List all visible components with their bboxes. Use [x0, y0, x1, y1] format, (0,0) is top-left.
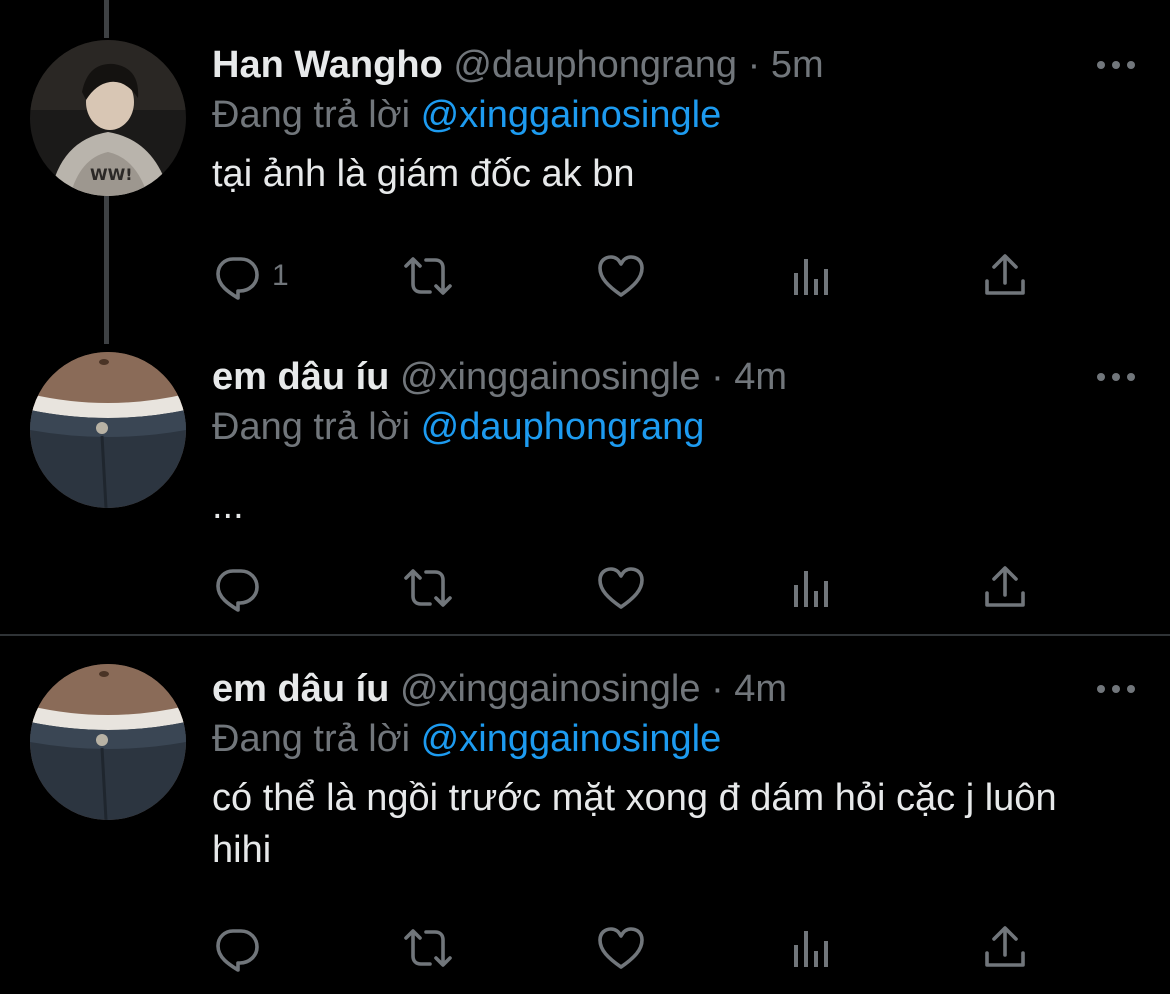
reply-count: 1: [272, 259, 289, 292]
mention-link[interactable]: @dauphongrang: [421, 406, 705, 448]
analytics-button[interactable]: [790, 248, 834, 304]
mention-link[interactable]: @xinggainosingle: [421, 718, 722, 760]
separator-dot: ·: [711, 668, 724, 710]
like-button[interactable]: [596, 560, 646, 616]
avatar[interactable]: [30, 352, 186, 508]
timestamp[interactable]: 4m: [734, 668, 787, 710]
tweet-header: em dâu íu @xinggainosingle · 4m: [212, 352, 787, 402]
reply-button[interactable]: [212, 560, 272, 616]
share-icon: [980, 251, 1030, 301]
display-name[interactable]: em dâu íu: [212, 356, 389, 398]
action-bar: [212, 560, 1042, 616]
tweet-text: có thể là ngồi trước mặt xong đ dám hỏi …: [212, 777, 1057, 871]
more-icon[interactable]: [1094, 52, 1138, 78]
replying-to: Đang trả lời @xinggainosingle: [212, 90, 721, 140]
display-name[interactable]: em dâu íu: [212, 668, 389, 710]
separator-dot: ·: [747, 44, 761, 86]
more-icon[interactable]: [1094, 364, 1138, 390]
retweet-button[interactable]: [400, 560, 456, 616]
more-icon[interactable]: [1094, 676, 1138, 702]
analytics-icon: [790, 923, 834, 973]
replying-to: Đang trả lời @dauphongrang: [212, 402, 704, 452]
avatar[interactable]: [30, 664, 186, 820]
tweet[interactable]: em dâu íu @xinggainosingle · 4m Đang trả…: [0, 352, 1170, 632]
retweet-button[interactable]: [400, 248, 456, 304]
replying-to: Đang trả lời @xinggainosingle: [212, 714, 721, 764]
analytics-button[interactable]: [790, 920, 834, 976]
timestamp[interactable]: 4m: [734, 356, 787, 398]
like-icon: [596, 251, 646, 301]
svg-text:WW!: WW!: [90, 165, 133, 184]
tweet-text: tại ảnh là giám đốc ak bn: [212, 153, 635, 195]
like-button[interactable]: [596, 920, 646, 976]
tweet-header: em dâu íu @xinggainosingle · 4m: [212, 664, 787, 714]
share-icon: [980, 563, 1030, 613]
replying-to-label: Đang trả lời: [212, 94, 411, 136]
reply-icon: [212, 923, 262, 973]
separator-dot: ·: [711, 356, 724, 398]
replying-to-label: Đang trả lời: [212, 718, 411, 760]
retweet-icon: [400, 563, 456, 613]
like-icon: [596, 923, 646, 973]
tweet[interactable]: WW! Han Wangho @dauphongrang · 5m Đang t…: [0, 40, 1170, 320]
timeline: WW! Han Wangho @dauphongrang · 5m Đang t…: [0, 0, 1170, 994]
thread-connector-top: [104, 0, 109, 38]
retweet-button[interactable]: [400, 920, 456, 976]
divider: [0, 634, 1170, 636]
user-handle[interactable]: @dauphongrang: [453, 44, 737, 86]
reply-icon: [212, 251, 262, 301]
tweet-text: ...: [212, 485, 244, 527]
reply-button[interactable]: [212, 920, 272, 976]
retweet-icon: [400, 923, 456, 973]
user-handle[interactable]: @xinggainosingle: [400, 668, 701, 710]
analytics-icon: [790, 251, 834, 301]
share-icon: [980, 923, 1030, 973]
analytics-icon: [790, 563, 834, 613]
share-button[interactable]: [980, 920, 1030, 976]
user-handle[interactable]: @xinggainosingle: [400, 356, 701, 398]
reply-button[interactable]: 1: [212, 248, 289, 304]
action-bar: [212, 920, 1042, 976]
tweet-header: Han Wangho @dauphongrang · 5m: [212, 40, 824, 90]
share-button[interactable]: [980, 248, 1030, 304]
mention-link[interactable]: @xinggainosingle: [421, 94, 722, 136]
tweet[interactable]: em dâu íu @xinggainosingle · 4m Đang trả…: [0, 664, 1170, 984]
display-name[interactable]: Han Wangho: [212, 44, 443, 86]
reply-icon: [212, 563, 262, 613]
like-button[interactable]: [596, 248, 646, 304]
like-icon: [596, 563, 646, 613]
avatar[interactable]: WW!: [30, 40, 186, 196]
share-button[interactable]: [980, 560, 1030, 616]
analytics-button[interactable]: [790, 560, 834, 616]
replying-to-label: Đang trả lời: [212, 406, 411, 448]
timestamp[interactable]: 5m: [771, 44, 824, 86]
retweet-icon: [400, 251, 456, 301]
action-bar: 1: [212, 248, 1042, 304]
